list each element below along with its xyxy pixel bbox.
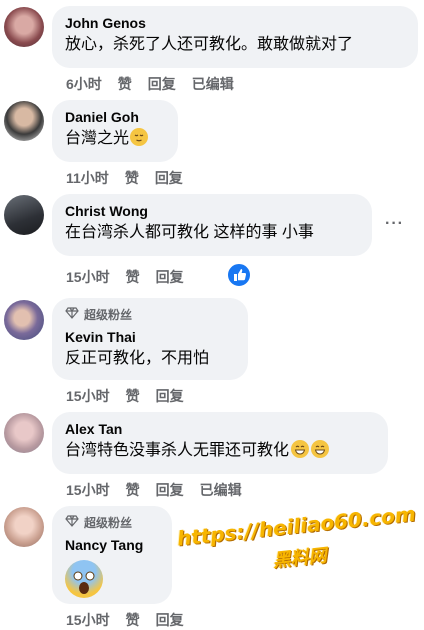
timestamp[interactable]: 15小时 bbox=[66, 386, 110, 406]
more-options-icon[interactable]: ··· bbox=[385, 215, 404, 233]
timestamp[interactable]: 6小时 bbox=[66, 74, 102, 94]
reply-button[interactable]: 回复 bbox=[148, 74, 176, 94]
edited-label: 已编辑 bbox=[199, 482, 242, 498]
comment-text: 台灣之光 bbox=[65, 128, 166, 150]
top-fan-badge: 超级粉丝 bbox=[65, 306, 236, 323]
comment-actions: 6小时 赞 回复 已编辑 bbox=[66, 74, 250, 94]
like-reaction-icon[interactable] bbox=[226, 262, 252, 288]
top-fan-badge: 超级粉丝 bbox=[65, 514, 160, 531]
grinning-face-emoji-icon bbox=[311, 440, 330, 458]
comment-text: 在台湾杀人都可教化 这样的事 小事 bbox=[65, 224, 314, 241]
avatar[interactable] bbox=[4, 101, 44, 141]
comment-text-content: 台灣之光 bbox=[65, 130, 130, 147]
timestamp[interactable]: 11小时 bbox=[66, 168, 109, 188]
avatar[interactable] bbox=[4, 300, 44, 340]
comment-actions: 15小时 赞 回复 bbox=[66, 610, 200, 630]
reply-button[interactable]: 回复 bbox=[156, 267, 184, 287]
grinning-face-emoji-icon bbox=[291, 440, 310, 458]
top-fan-label: 超级粉丝 bbox=[84, 308, 133, 322]
like-button[interactable]: 赞 bbox=[125, 168, 139, 188]
reply-button[interactable]: 回复 bbox=[156, 610, 184, 630]
timestamp[interactable]: 15小时 bbox=[66, 610, 110, 630]
timestamp[interactable]: 15小时 bbox=[66, 480, 110, 500]
comment-text: 台湾特色没事杀人无罪还可教化 bbox=[65, 440, 376, 462]
avatar[interactable] bbox=[4, 7, 44, 47]
comment-bubble: 超级粉丝 Kevin Thai 反正可教化，不用怕 bbox=[52, 298, 248, 380]
reply-button[interactable]: 回复 bbox=[155, 168, 183, 188]
commenter-name[interactable]: Nancy Tang bbox=[65, 536, 160, 554]
comment-bubble: Christ Wong 在台湾杀人都可教化 这样的事 小事 bbox=[52, 194, 372, 256]
relieved-face-emoji-icon bbox=[130, 128, 149, 146]
comment-actions: 15小时 赞 回复 已编辑 bbox=[66, 480, 258, 500]
commenter-name[interactable]: Kevin Thai bbox=[65, 328, 236, 346]
avatar[interactable] bbox=[4, 195, 44, 235]
like-button[interactable]: 赞 bbox=[118, 74, 132, 94]
comment-text: 放心，杀死了人还可教化。敢敢做就对了 bbox=[65, 36, 354, 53]
like-button[interactable]: 赞 bbox=[126, 386, 140, 406]
like-button[interactable]: 赞 bbox=[126, 267, 140, 287]
diamond-icon bbox=[65, 515, 79, 530]
watermark: https://heiliao60.com 黑料网 bbox=[176, 502, 421, 583]
comment-text: 反正可教化，不用怕 bbox=[65, 350, 210, 367]
like-button[interactable]: 赞 bbox=[126, 610, 140, 630]
avatar[interactable] bbox=[4, 507, 44, 547]
like-button[interactable]: 赞 bbox=[126, 480, 140, 500]
comment-bubble: John Genos 放心，杀死了人还可教化。敢敢做就对了 bbox=[52, 6, 418, 68]
comment-text-content: 台湾特色没事杀人无罪还可教化 bbox=[65, 442, 290, 459]
reply-button[interactable]: 回复 bbox=[156, 480, 184, 500]
reply-button[interactable]: 回复 bbox=[156, 386, 184, 406]
comment-actions: 15小时 赞 回复 bbox=[66, 386, 200, 406]
top-fan-label: 超级粉丝 bbox=[84, 516, 133, 530]
avatar[interactable] bbox=[4, 413, 44, 453]
commenter-name[interactable]: Christ Wong bbox=[65, 202, 360, 220]
comment-bubble: 超级粉丝 Nancy Tang bbox=[52, 506, 172, 604]
edited-label: 已编辑 bbox=[191, 76, 234, 92]
commenter-name[interactable]: Alex Tan bbox=[65, 420, 376, 438]
commenter-name[interactable]: John Genos bbox=[65, 14, 406, 32]
timestamp[interactable]: 15小时 bbox=[66, 267, 110, 287]
commenter-name[interactable]: Daniel Goh bbox=[65, 108, 166, 126]
diamond-icon bbox=[65, 307, 79, 322]
screaming-face-emoji-icon bbox=[65, 560, 103, 598]
comment-bubble: Daniel Goh 台灣之光 bbox=[52, 100, 178, 162]
comment-bubble: Alex Tan 台湾特色没事杀人无罪还可教化 bbox=[52, 412, 388, 474]
comment-actions: 15小时 赞 回复 bbox=[66, 267, 200, 287]
comment-actions: 11小时 赞 回复 bbox=[66, 168, 199, 188]
